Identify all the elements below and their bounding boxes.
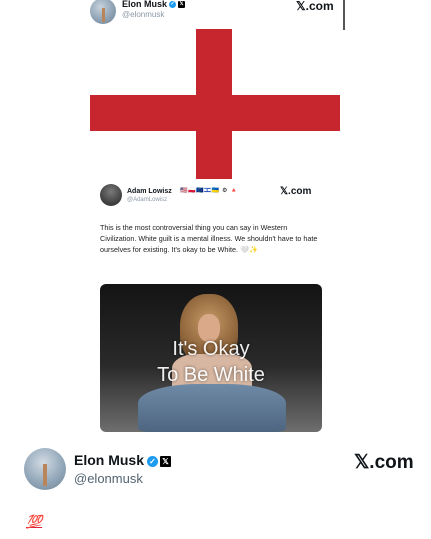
author-name-row[interactable]: Elon Musk ✓ 𝕏 [122, 0, 186, 9]
divider [343, 0, 345, 30]
author-handle[interactable]: @elonmusk [122, 10, 164, 19]
author-name-row[interactable]: Elon Musk ✓ 𝕏 [74, 452, 172, 468]
hundred-points-emoji: 💯 [26, 514, 43, 529]
embedded-author-handle: @AdamLowisz [127, 197, 168, 203]
x-affiliate-icon: 𝕏 [178, 1, 186, 9]
avatar [100, 184, 122, 206]
x-com-label: 𝕏.com [354, 452, 414, 473]
x-com-label: 𝕏.com [296, 0, 334, 13]
avatar[interactable] [24, 448, 66, 490]
post-header: Elon Musk ✓ 𝕏 @elonmusk 𝕏.com [0, 448, 431, 492]
embedded-post[interactable]: Adam Lowisz 🇺🇸🇵🇱🇪🇺🇮🇱🇺🇦 ⚙ 🔺 @AdamLowisz 𝕏… [98, 180, 324, 432]
x-affiliate-icon: 𝕏 [160, 455, 172, 467]
photo-figure-jeans [138, 384, 286, 432]
embedded-post-text: This is the most controversial thing you… [100, 223, 318, 254]
author-name[interactable]: Elon Musk [74, 452, 144, 468]
avatar[interactable] [90, 0, 116, 24]
x-com-label: 𝕏.com [280, 186, 312, 197]
top-post-header: Elon Musk ✓ 𝕏 @elonmusk 𝕏.com [88, 0, 348, 26]
image-caption-line-2: To Be White [157, 364, 265, 386]
embedded-author-flags: 🇺🇸🇵🇱🇪🇺🇮🇱🇺🇦 ⚙ 🔺 [180, 188, 239, 194]
verified-badge-icon: ✓ [169, 1, 177, 9]
author-handle[interactable]: @elonmusk [74, 471, 143, 486]
embedded-author-name: Adam Lowisz [127, 188, 172, 195]
verified-badge-icon: ✓ [147, 455, 159, 467]
embedded-post-image: It's Okay To Be White [100, 284, 322, 432]
author-name[interactable]: Elon Musk [122, 0, 167, 9]
cross-horizontal-bar [90, 95, 340, 131]
image-caption-line-1: It's Okay [172, 338, 250, 360]
